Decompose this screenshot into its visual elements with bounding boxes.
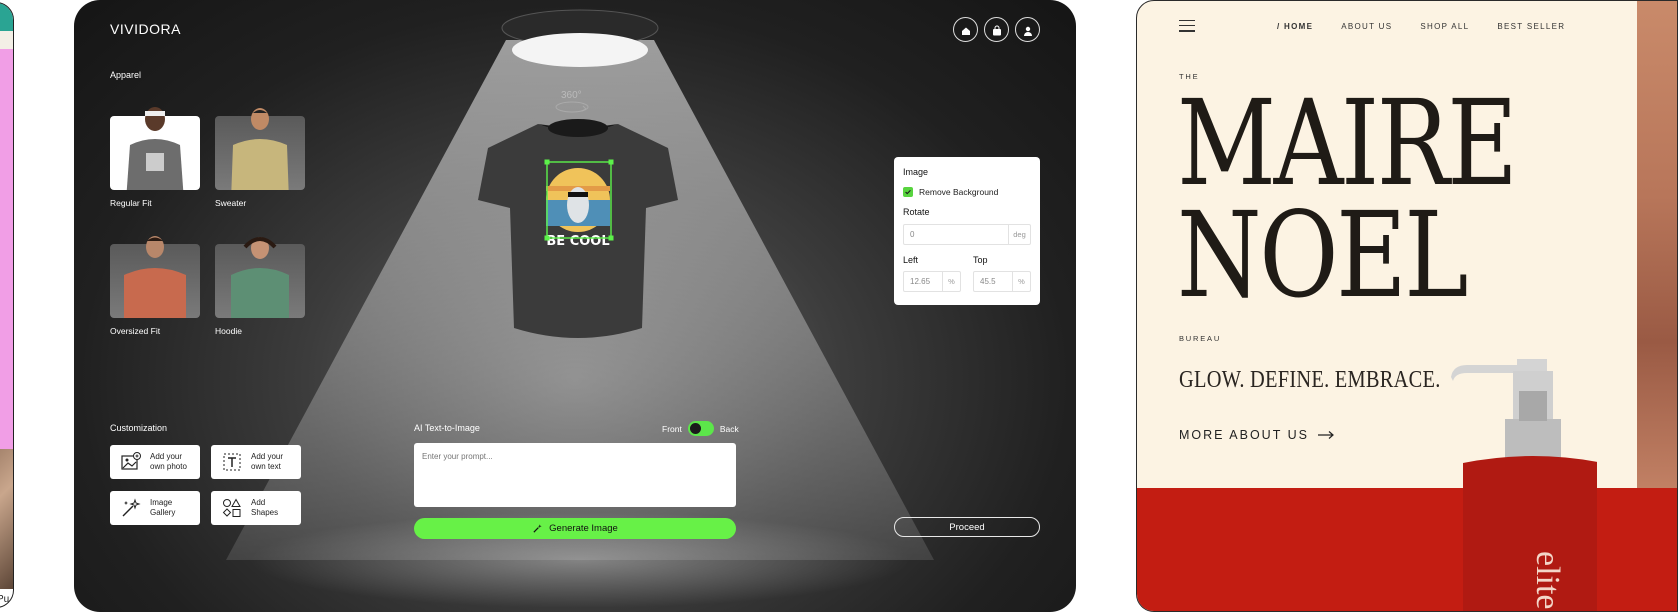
top-icon-bar bbox=[953, 17, 1040, 42]
model-sweater bbox=[231, 108, 289, 190]
apparel-thumb bbox=[215, 237, 305, 318]
nav-shop-all[interactable]: SHOP ALL bbox=[1420, 22, 1469, 31]
ai-text-to-image-title: AI Text-to-Image bbox=[414, 423, 480, 433]
left-field[interactable]: 12.65 % bbox=[903, 271, 961, 292]
apparel-item-regular-fit[interactable]: Regular Fit bbox=[110, 107, 200, 208]
add-text-label: Add your own text bbox=[251, 452, 284, 471]
apparel-thumb bbox=[110, 107, 200, 190]
remove-background-row[interactable]: Remove Background bbox=[903, 187, 1031, 197]
add-text-icon bbox=[223, 453, 241, 471]
maire-noel-card: / HOME ABOUT US SHOP ALL BEST SELLER THE… bbox=[1136, 0, 1678, 612]
front-back-toggle[interactable] bbox=[687, 421, 714, 436]
customizer-app: VIVIDORA Apparel Regular Fit Sweater Ove… bbox=[74, 0, 1076, 612]
top-label: Top bbox=[973, 255, 988, 265]
teal-header-strip bbox=[0, 3, 13, 31]
cream-strip bbox=[0, 31, 13, 49]
remove-background-checkbox[interactable] bbox=[903, 187, 913, 197]
image-gallery-button[interactable]: Image Gallery bbox=[110, 491, 200, 525]
prompt-input[interactable] bbox=[414, 443, 736, 507]
left-card-sliver: Pu bbox=[0, 2, 14, 608]
more-about-us-link[interactable]: MORE ABOUT US bbox=[1179, 428, 1335, 442]
apparel-label: Regular Fit bbox=[110, 198, 152, 208]
add-photo-button[interactable]: Add your own photo bbox=[110, 445, 200, 479]
apparel-label: Hoodie bbox=[215, 326, 242, 336]
tshirt-preview[interactable]: BE COOL bbox=[468, 100, 688, 360]
bag-icon bbox=[991, 24, 1003, 36]
user-icon bbox=[1022, 24, 1034, 36]
image-gallery-icon bbox=[122, 498, 141, 517]
rotate-value[interactable]: 0 bbox=[904, 225, 1008, 244]
left-label: Left bbox=[903, 255, 919, 265]
add-shapes-label: Add Shapes bbox=[251, 498, 279, 517]
rotate-field[interactable]: 0 deg bbox=[903, 224, 1031, 245]
back-label: Back bbox=[719, 423, 739, 434]
generate-image-label: Generate Image bbox=[549, 523, 618, 534]
left-value[interactable]: 12.65 bbox=[904, 272, 942, 291]
tshirt-print-text: BE COOL bbox=[546, 234, 609, 249]
customization-title: Customization bbox=[110, 423, 168, 433]
nav-home[interactable]: / HOME bbox=[1277, 22, 1313, 31]
top-field[interactable]: 45.5 % bbox=[973, 271, 1031, 292]
hamburger-menu-icon[interactable] bbox=[1179, 20, 1195, 32]
image-panel-title: Image bbox=[903, 167, 929, 177]
front-back-toggle-row: Front Back bbox=[662, 421, 739, 436]
product-bottle: elite bbox=[1451, 359, 1597, 611]
apparel-thumb bbox=[215, 108, 305, 190]
apparel-label: Oversized Fit bbox=[110, 326, 161, 336]
shapes-icon bbox=[222, 498, 241, 517]
proceed-button[interactable]: Proceed bbox=[894, 517, 1040, 537]
model-regular-fit bbox=[126, 107, 184, 190]
add-shapes-button[interactable]: Add Shapes bbox=[211, 491, 301, 525]
model-face-photo bbox=[1637, 1, 1677, 488]
remove-background-label: Remove Background bbox=[919, 187, 999, 197]
user-button[interactable] bbox=[1015, 17, 1040, 42]
portrait-photo bbox=[0, 449, 13, 589]
image-properties-panel: Image Remove Background Rotate 0 deg Lef… bbox=[894, 157, 1040, 305]
apparel-item-sweater[interactable]: Sweater bbox=[215, 108, 305, 208]
nav-about-us[interactable]: ABOUT US bbox=[1341, 22, 1392, 31]
rotate-label: Rotate bbox=[903, 207, 930, 217]
top-unit: % bbox=[1012, 272, 1030, 291]
home-icon bbox=[960, 24, 972, 36]
brand-logo[interactable]: VIVIDORA bbox=[110, 21, 181, 37]
apparel-item-oversized-fit[interactable]: Oversized Fit bbox=[110, 236, 200, 336]
partial-text: Pu bbox=[0, 594, 10, 605]
home-button[interactable] bbox=[953, 17, 978, 42]
add-photo-label: Add your own photo bbox=[150, 452, 187, 471]
add-text-button[interactable]: Add your own text bbox=[211, 445, 301, 479]
hero-title: MAIRE NOEL bbox=[1177, 74, 1518, 324]
magic-wand-icon bbox=[533, 524, 542, 533]
rotate-unit: deg bbox=[1008, 225, 1030, 244]
generate-image-button[interactable]: Generate Image bbox=[414, 518, 736, 539]
hero-line-1: MAIRE bbox=[1177, 74, 1518, 212]
hero-line-2: NOEL bbox=[1177, 186, 1469, 324]
bureau-label: BUREAU bbox=[1179, 334, 1222, 343]
more-about-us-label: MORE ABOUT US bbox=[1179, 428, 1309, 442]
left-unit: % bbox=[942, 272, 960, 291]
apparel-title: Apparel bbox=[110, 70, 142, 80]
nav-best-seller[interactable]: BEST SELLER bbox=[1497, 22, 1565, 31]
top-value[interactable]: 45.5 bbox=[974, 272, 1012, 291]
model-oversized-fit bbox=[124, 236, 186, 318]
front-label: Front bbox=[662, 423, 682, 434]
bag-button[interactable] bbox=[984, 17, 1009, 42]
apparel-label: Sweater bbox=[215, 198, 247, 208]
bottle-label-text: elite bbox=[1529, 551, 1566, 610]
add-photo-icon bbox=[121, 452, 141, 470]
arrow-right-icon bbox=[1317, 431, 1334, 439]
top-nav: / HOME ABOUT US SHOP ALL BEST SELLER bbox=[1277, 22, 1565, 31]
proceed-label: Proceed bbox=[949, 521, 985, 533]
pink-panel bbox=[0, 49, 13, 449]
image-gallery-label: Image Gallery bbox=[150, 498, 176, 517]
apparel-item-hoodie[interactable]: Hoodie bbox=[215, 237, 305, 336]
canvas: Pu VIVIDORA bbox=[0, 0, 1678, 612]
apparel-thumb bbox=[110, 236, 200, 318]
model-hoodie bbox=[231, 237, 289, 318]
